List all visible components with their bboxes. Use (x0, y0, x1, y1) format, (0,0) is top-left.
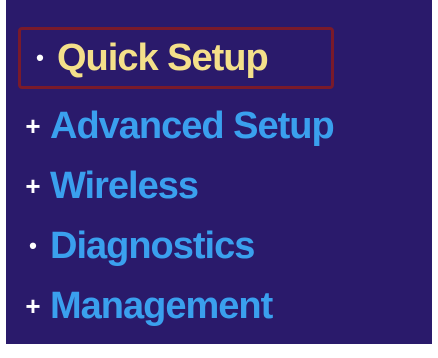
plus-expand-icon[interactable]: + (22, 173, 44, 199)
dot-bullet-icon: • (29, 233, 37, 258)
menu-item-wireless[interactable]: + Wireless (22, 157, 199, 215)
menu-item-label[interactable]: Diagnostics (50, 227, 255, 265)
plus-expand-icon[interactable]: + (22, 113, 44, 139)
menu-item-management[interactable]: + Management (22, 277, 273, 335)
dot-bullet-icon: • (36, 45, 44, 70)
menu-item-label[interactable]: Quick Setup (57, 39, 269, 77)
navigation-sidebar: • Quick Setup + Advanced Setup + Wireles… (6, 0, 432, 344)
main-menu: • Quick Setup + Advanced Setup + Wireles… (6, 0, 432, 344)
menu-item-quick-setup[interactable]: • Quick Setup (18, 27, 334, 89)
menu-item-advanced-setup[interactable]: + Advanced Setup (22, 97, 334, 155)
menu-item-label[interactable]: Wireless (50, 167, 199, 205)
menu-item-label[interactable]: Management (50, 287, 273, 325)
menu-item-diagnostics[interactable]: • Diagnostics (22, 217, 255, 275)
menu-item-label[interactable]: Advanced Setup (50, 107, 335, 145)
plus-expand-icon[interactable]: + (22, 293, 44, 319)
